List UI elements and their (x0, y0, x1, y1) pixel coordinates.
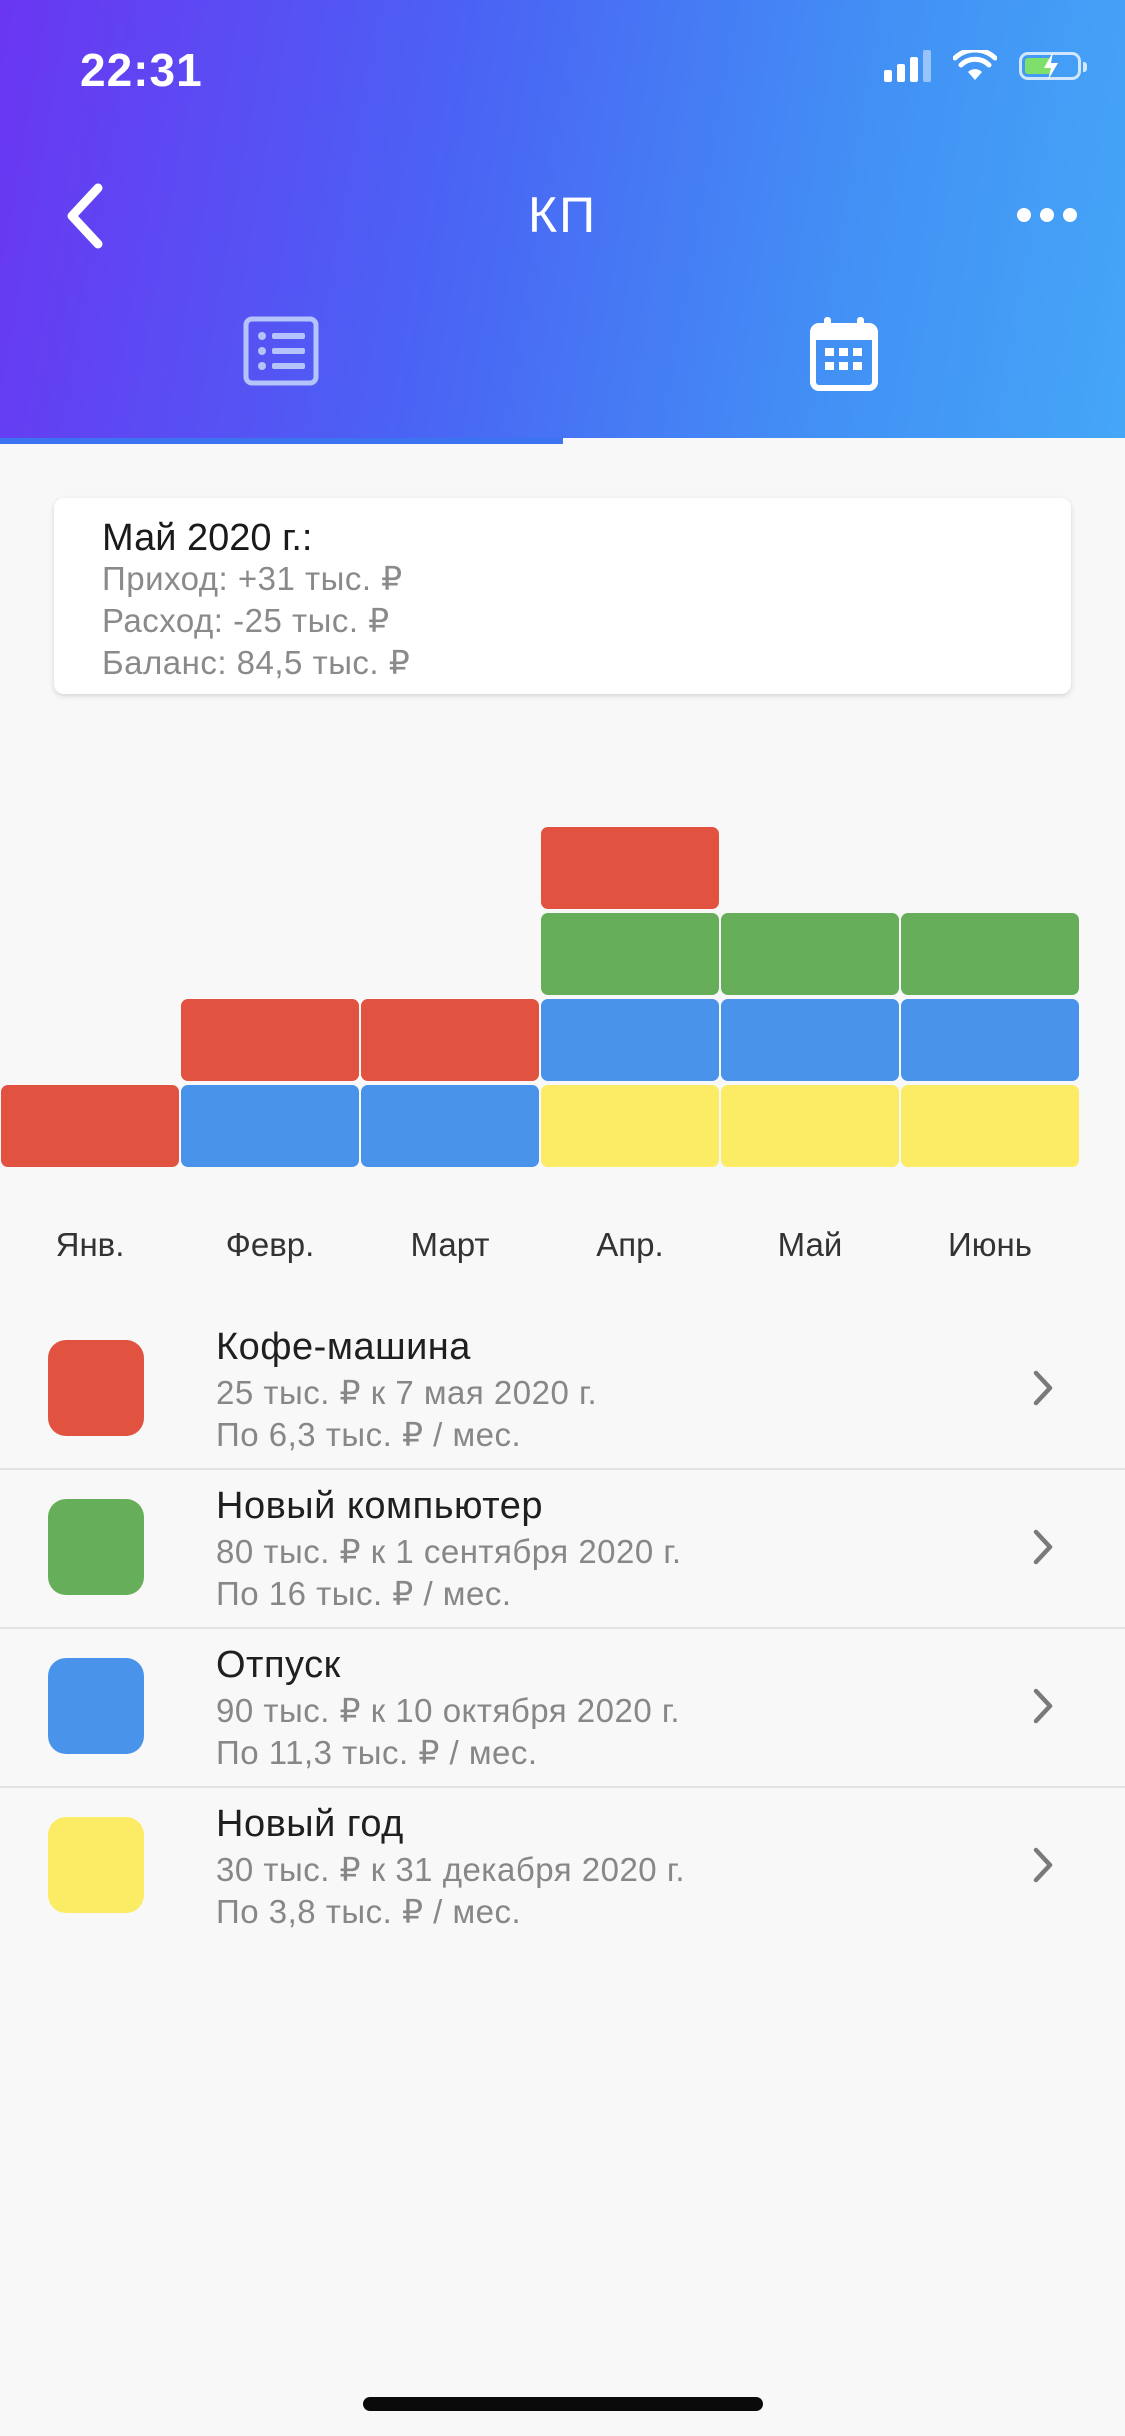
status-icons (884, 50, 1087, 82)
chart-bar-yellow-5[interactable] (721, 1085, 899, 1167)
chart-bar-red-4[interactable] (541, 827, 719, 909)
home-indicator[interactable] (363, 2397, 763, 2411)
goal-target: 80 тыс. ₽ к 1 сентября 2020 г. (216, 1533, 682, 1570)
chart-bar-blue-6[interactable] (901, 999, 1079, 1081)
chart-bar-blue-3[interactable] (361, 1085, 539, 1167)
month-summary-card: Май 2020 г.: Приход: +31 тыс. ₽ Расход: … (54, 498, 1071, 694)
chart-bar-red-3[interactable] (361, 999, 539, 1081)
goal-target: 30 тыс. ₽ к 31 декабря 2020 г. (216, 1851, 685, 1888)
goal-row[interactable]: Новый компьютер 80 тыс. ₽ к 1 сентября 20… (0, 1471, 1125, 1629)
tab-list[interactable] (0, 316, 562, 444)
goal-name: Новый год (216, 1803, 404, 1845)
divider (0, 1468, 1125, 1470)
goal-row[interactable]: Новый год 30 тыс. ₽ к 31 декабря 2020 г. П… (0, 1789, 1125, 1947)
wifi-icon (953, 50, 997, 80)
goal-name: Кофе-машина (216, 1326, 471, 1368)
page-title: КП (527, 187, 598, 243)
chart-bar-yellow-4[interactable] (541, 1085, 719, 1167)
status-time: 22:31 (80, 44, 203, 96)
chart-bar-green-4[interactable] (541, 913, 719, 995)
chart-bar-red-2[interactable] (181, 999, 359, 1081)
chart-bar-blue-2[interactable] (181, 1085, 359, 1167)
chart-x-label: Май (777, 1226, 843, 1263)
chart-bar-blue-5[interactable] (721, 999, 899, 1081)
calendar-icon (810, 317, 878, 391)
chevron-right-icon (1033, 1847, 1053, 1883)
chevron-right-icon (1033, 1688, 1053, 1724)
monthly-savings-chart[interactable] (0, 820, 1125, 1180)
chart-bar-green-5[interactable] (721, 913, 899, 995)
chart-bar-blue-4[interactable] (541, 999, 719, 1081)
battery-charging-icon (1019, 52, 1087, 80)
summary-expense: Расход: -25 тыс. ₽ (102, 602, 390, 639)
divider (0, 1786, 1125, 1788)
chart-x-label: Июнь (948, 1226, 1032, 1263)
goal-color-swatch (48, 1658, 144, 1754)
goal-monthly: По 16 тыс. ₽ / мес. (216, 1575, 512, 1612)
chart-bar-red-1[interactable] (1, 1085, 179, 1167)
goal-monthly: По 3,8 тыс. ₽ / мес. (216, 1893, 522, 1930)
goal-monthly: По 11,3 тыс. ₽ / мес. (216, 1734, 538, 1771)
chart-bar-yellow-6[interactable] (901, 1085, 1079, 1167)
chevron-right-icon (1033, 1529, 1053, 1565)
chevron-right-icon (1033, 1370, 1053, 1406)
goal-row[interactable]: Отпуск 90 тыс. ₽ к 10 октября 2020 г. По 1… (0, 1630, 1125, 1788)
summary-title: Май 2020 г.: (102, 517, 313, 559)
chart-x-label: Апр. (596, 1226, 664, 1263)
goal-color-swatch (48, 1340, 144, 1436)
goal-name: Новый компьютер (216, 1485, 543, 1527)
list-icon (243, 316, 319, 386)
goal-color-swatch (48, 1499, 144, 1595)
goal-color-swatch (48, 1817, 144, 1913)
app-header: 22:31 КП (0, 0, 1125, 444)
goal-target: 90 тыс. ₽ к 10 октября 2020 г. (216, 1692, 681, 1729)
tab-indicator-active (563, 438, 1125, 444)
goal-target: 25 тыс. ₽ к 7 мая 2020 г. (216, 1374, 598, 1411)
more-horizontal-icon[interactable] (1017, 198, 1077, 232)
chart-x-label: Февр. (225, 1226, 315, 1263)
chart-x-label: Янв. (55, 1226, 125, 1263)
tab-indicator (0, 438, 562, 444)
summary-income: Приход: +31 тыс. ₽ (102, 560, 403, 597)
summary-balance: Баланс: 84,5 тыс. ₽ (102, 644, 411, 681)
goal-monthly: По 6,3 тыс. ₽ / мес. (216, 1416, 522, 1453)
divider (0, 1627, 1125, 1629)
goal-name: Отпуск (216, 1644, 341, 1686)
signal-icon (884, 50, 931, 82)
tab-calendar[interactable] (563, 316, 1125, 444)
goal-row[interactable]: Кофе-машина 25 тыс. ₽ к 7 мая 2020 г. По 6… (0, 1312, 1125, 1470)
chart-bar-green-6[interactable] (901, 913, 1079, 995)
chart-x-label: Март (410, 1226, 490, 1263)
